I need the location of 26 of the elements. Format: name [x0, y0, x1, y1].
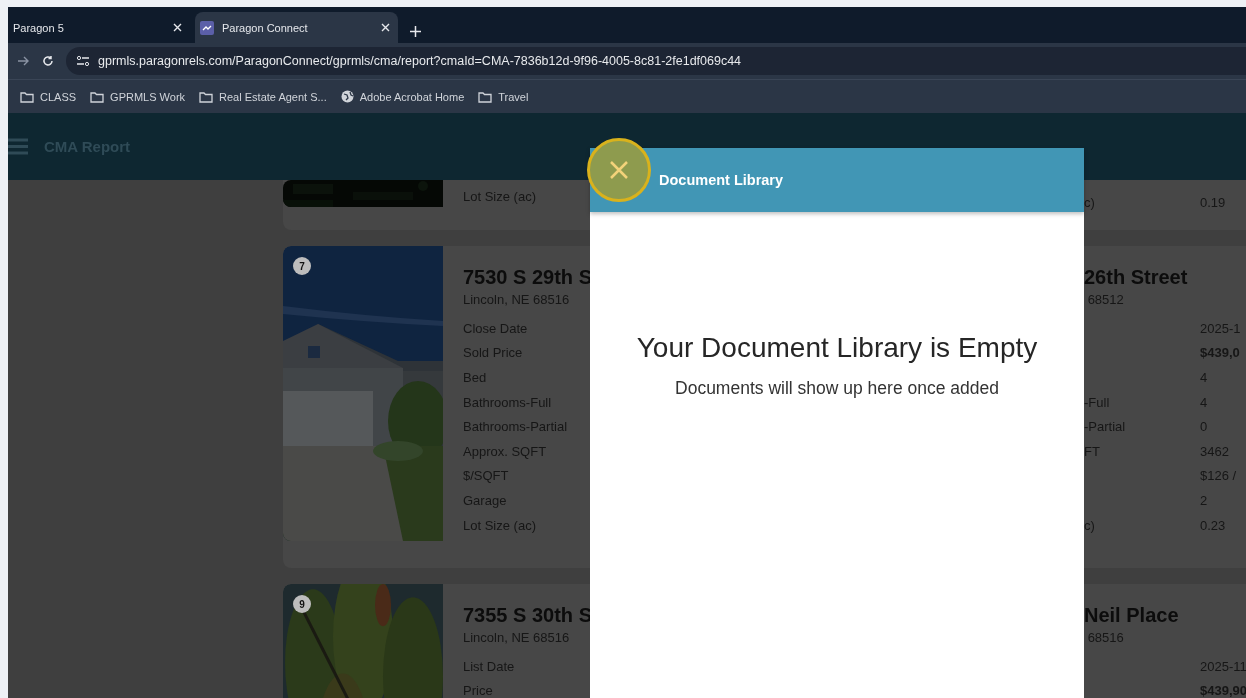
reload-icon[interactable]	[42, 55, 54, 67]
bookmark[interactable]: CLASS	[20, 90, 77, 103]
browser-tab[interactable]: Paragon 5	[8, 12, 190, 43]
folder-icon	[20, 90, 34, 103]
empty-message: Documents will show up here once added	[675, 378, 999, 399]
empty-heading: Your Document Library is Empty	[636, 332, 1038, 364]
browser-tab[interactable]: Paragon Connect	[195, 12, 398, 43]
chart-icon	[200, 20, 214, 35]
listing-address: 26th Street	[1084, 265, 1189, 290]
folder-icon	[199, 90, 214, 103]
close-icon	[609, 160, 629, 180]
forward-icon[interactable]	[18, 56, 30, 66]
close-icon[interactable]	[381, 23, 390, 32]
plus-icon[interactable]	[410, 26, 421, 37]
folder-icon	[478, 90, 493, 103]
listing-address: Neil Place	[1084, 603, 1180, 628]
bookmark[interactable]: Adobe Acrobat Home	[340, 90, 465, 103]
site-info-icon[interactable]	[76, 55, 90, 67]
bookmark[interactable]: GPRMLS Work	[90, 90, 186, 103]
bookmark[interactable]: Real Estate Agent S...	[199, 90, 327, 103]
dialog-title: Document Library	[659, 172, 784, 188]
address-bar[interactable]: gprmls.paragonrels.com/ParagonConnect/gprmls/cma/report?cmaId=CMA-7836b12d-9f96-4005-8c81-2fe1df069c44	[66, 47, 1246, 75]
bookmark[interactable]: Travel	[478, 90, 529, 103]
folder-icon	[90, 90, 105, 103]
close-icon[interactable]	[173, 23, 182, 32]
globe-icon	[340, 90, 354, 103]
